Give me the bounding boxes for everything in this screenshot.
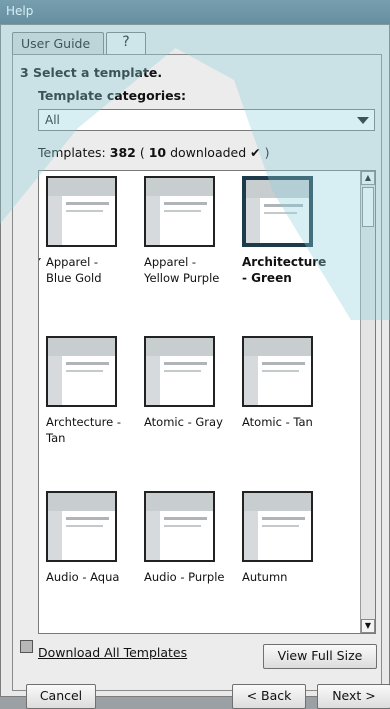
- template-label-text: Audio - Purple: [144, 570, 225, 584]
- check-icon: ✔: [250, 145, 261, 160]
- templates-prefix: Templates:: [38, 145, 106, 160]
- template-label: ✔Apparel - Blue Gold: [39, 254, 143, 286]
- template-label: Apparel - Yellow Purple: [144, 254, 241, 286]
- help-icon: ?: [122, 34, 130, 50]
- download-icon[interactable]: [20, 640, 33, 653]
- grid-scrollbar[interactable]: ▲ ▼: [360, 171, 375, 633]
- paren-open: (: [139, 145, 145, 160]
- help-window: User Guide ? 3 Select a template. Templa…: [0, 24, 390, 709]
- template-grid[interactable]: Autumn Audio - Purple Audio - Aqua Atomic -…: [38, 170, 376, 634]
- template-thumbnail[interactable]: [242, 491, 313, 562]
- template-label: Atomic - Tan: [242, 414, 339, 430]
- template-label: Audio - Purple: [144, 569, 241, 585]
- step-heading: 3 Select a template.: [20, 65, 163, 80]
- template-label-text: Audio - Aqua: [46, 570, 120, 584]
- category-dropdown[interactable]: All: [38, 109, 375, 131]
- template-thumbnail[interactable]: [46, 336, 117, 407]
- template-label: Architecture - Green: [242, 254, 339, 286]
- template-count: Templates: 382 ( 10 downloaded ✔ ): [38, 145, 270, 160]
- window-titlebar: Help: [0, 0, 390, 24]
- template-label: Atomic - Gray: [144, 414, 241, 430]
- template-label-text: Apparel - Yellow Purple: [144, 255, 220, 285]
- paren-close: ): [264, 145, 270, 160]
- templates-downloaded: 10: [148, 145, 167, 160]
- tab-user-guide[interactable]: User Guide: [12, 32, 104, 54]
- downloaded-text: downloaded: [170, 145, 247, 160]
- download-all-link[interactable]: Download All Templates: [38, 645, 187, 660]
- template-thumbnail[interactable]: [144, 176, 215, 247]
- template-label-text: Architecture - Green: [242, 255, 327, 285]
- template-thumbnail[interactable]: [144, 336, 215, 407]
- view-full-size-button[interactable]: View Full Size: [263, 644, 377, 669]
- categories-label: Template categories:: [38, 88, 187, 103]
- tab-help[interactable]: ?: [106, 32, 146, 54]
- category-selected: All: [45, 113, 60, 127]
- template-label-text: Atomic - Tan: [242, 415, 313, 429]
- template-thumbnail[interactable]: [144, 491, 215, 562]
- template-label-text: Autumn: [242, 570, 288, 584]
- template-thumbnail[interactable]: [46, 176, 117, 247]
- template-thumbnail[interactable]: [46, 491, 117, 562]
- template-label-text: Atomic - Gray: [144, 415, 223, 429]
- template-label-text: Apparel - Blue Gold: [46, 255, 102, 285]
- template-label: Archtecture - Tan: [46, 414, 143, 446]
- template-thumbnail[interactable]: [242, 176, 313, 247]
- template-label: Audio - Aqua: [46, 569, 143, 585]
- template-label-text: Archtecture - Tan: [46, 415, 122, 445]
- chevron-down-icon: [357, 117, 369, 124]
- scroll-down-icon[interactable]: ▼: [361, 619, 375, 633]
- templates-total: 382: [109, 145, 136, 160]
- template-panel: 3 Select a template. Template categories…: [12, 54, 390, 709]
- template-label: Autumn: [242, 569, 339, 585]
- template-thumbnail[interactable]: [242, 336, 313, 407]
- scroll-thumb[interactable]: [362, 187, 374, 227]
- downloaded-check-icon: ✔: [39, 254, 42, 270]
- scroll-up-icon[interactable]: ▲: [361, 171, 375, 185]
- window-title: Help: [6, 4, 34, 18]
